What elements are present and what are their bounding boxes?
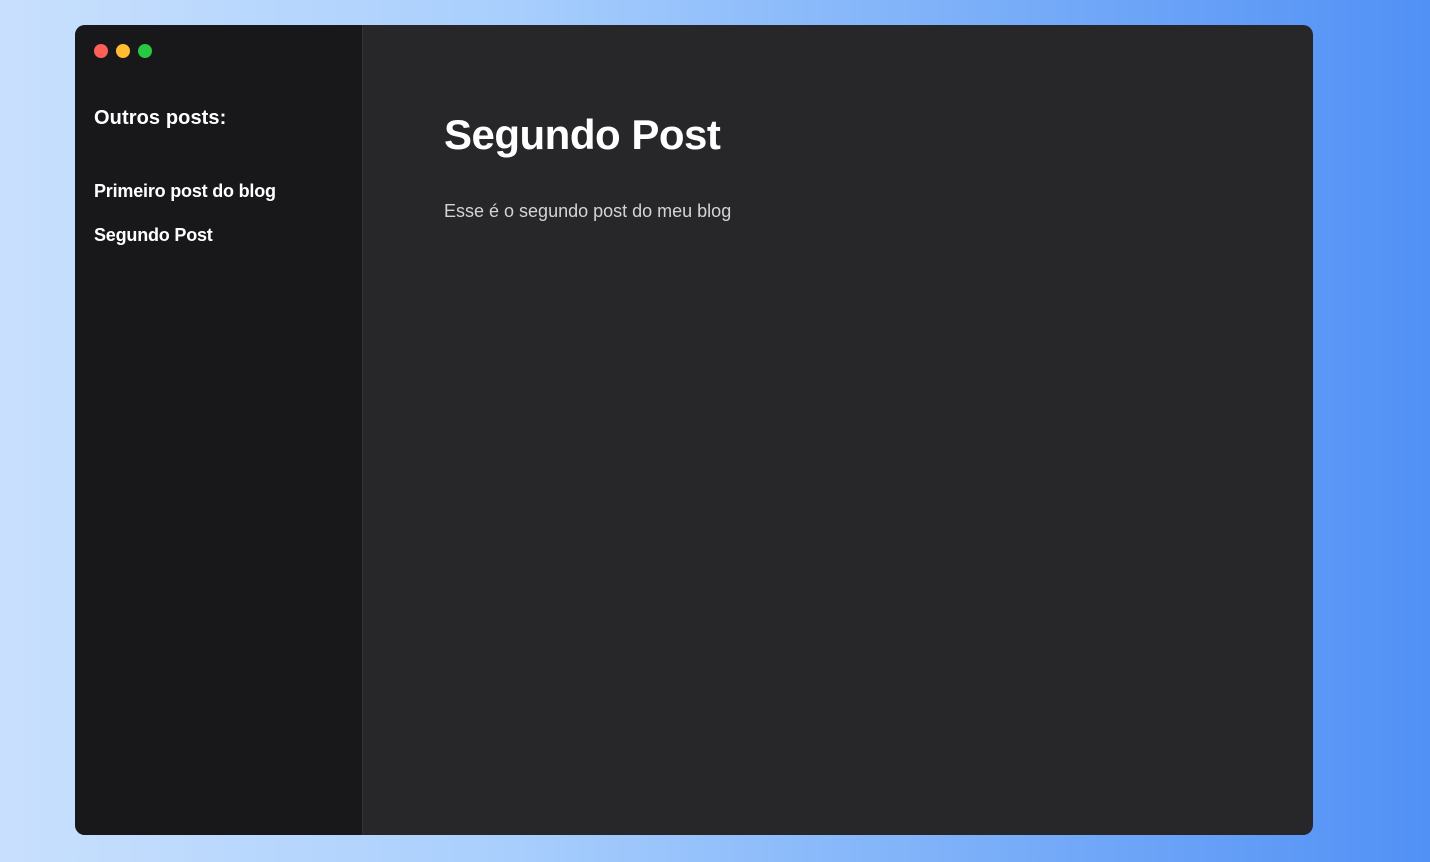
close-window-button[interactable] bbox=[94, 44, 108, 58]
post-link-primeiro-post[interactable]: Primeiro post do blog bbox=[94, 181, 276, 201]
minimize-window-button[interactable] bbox=[116, 44, 130, 58]
app-window: Outros posts: Primeiro post do blog Segu… bbox=[75, 25, 1313, 835]
post-content-area: Segundo Post Esse é o segundo post do me… bbox=[363, 25, 1313, 835]
window-controls bbox=[94, 44, 152, 58]
list-item: Segundo Post bbox=[94, 225, 276, 246]
post-body: Esse é o segundo post do meu blog bbox=[444, 201, 732, 221]
post-title: Segundo Post bbox=[444, 111, 721, 158]
maximize-window-button[interactable] bbox=[138, 44, 152, 58]
list-item: Primeiro post do blog bbox=[94, 181, 276, 202]
sidebar: Outros posts: Primeiro post do blog Segu… bbox=[75, 25, 363, 835]
sidebar-heading: Outros posts: bbox=[94, 107, 227, 129]
post-list: Primeiro post do blog Segundo Post bbox=[94, 181, 276, 269]
post-link-segundo-post[interactable]: Segundo Post bbox=[94, 225, 213, 245]
